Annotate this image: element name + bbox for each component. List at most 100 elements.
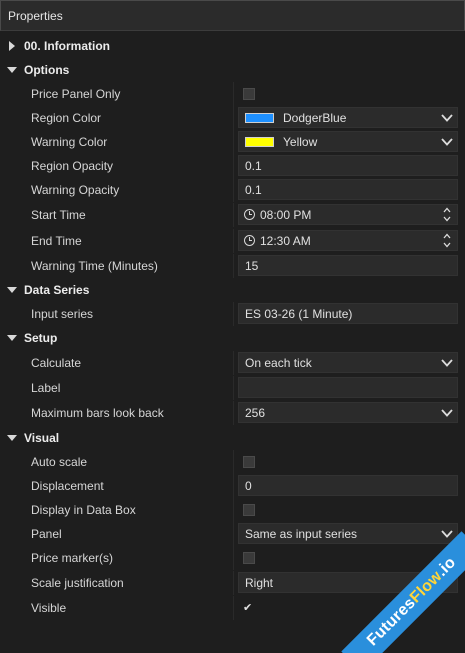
prop-value: [238, 83, 458, 104]
panel-select[interactable]: Same as input series: [238, 523, 458, 544]
time-value: 08:00 PM: [260, 207, 312, 222]
prop-label: Input series: [31, 307, 94, 321]
visible-checkmark-icon[interactable]: ✔: [243, 601, 252, 614]
prop-warning-opacity: Warning Opacity 0.1: [0, 178, 465, 202]
color-swatch: [245, 136, 274, 147]
collapse-arrow-icon[interactable]: [0, 334, 24, 342]
chevron-down-icon[interactable]: [441, 529, 453, 539]
start-time-picker[interactable]: 08:00 PM: [238, 204, 458, 225]
prop-label: End Time: [31, 234, 82, 248]
price-panel-only-checkbox[interactable]: [243, 87, 255, 100]
prop-value: [238, 451, 458, 472]
prop-value: [238, 499, 458, 520]
input-value: 0.1: [245, 182, 262, 197]
expand-arrow-icon[interactable]: [0, 41, 24, 51]
prop-label: Warning Color: [31, 135, 108, 149]
time-spinner[interactable]: [443, 233, 451, 248]
clock-icon: [244, 235, 255, 246]
select-value: DodgerBlue: [283, 110, 347, 125]
collapse-arrow-icon[interactable]: [0, 434, 24, 442]
category-setup[interactable]: Setup: [0, 326, 465, 350]
prop-region-color: Region Color DodgerBlue: [0, 106, 465, 130]
prop-warning-time: Warning Time (Minutes) 15: [0, 254, 465, 278]
prop-label: Label: [31, 381, 61, 395]
collapse-arrow-icon[interactable]: [0, 286, 24, 294]
category-label: Data Series: [24, 283, 90, 297]
time-value: 12:30 AM: [260, 233, 311, 248]
input-value: 15: [245, 258, 259, 273]
category-data-series[interactable]: Data Series: [0, 278, 465, 302]
prop-label: Warning Opacity: [31, 183, 120, 197]
displacement-input[interactable]: 0: [238, 475, 458, 496]
prop-label: Visible: [31, 601, 67, 615]
prop-calculate: Calculate On each tick: [0, 351, 465, 375]
prop-value: [238, 547, 458, 568]
warning-color-select[interactable]: Yellow: [238, 131, 458, 152]
prop-price-panel-only: Price Panel Only: [0, 82, 465, 106]
spin-up-icon[interactable]: [443, 233, 451, 239]
select-value: Right: [245, 575, 274, 590]
spin-down-icon[interactable]: [443, 242, 451, 248]
window-title: Properties: [0, 0, 465, 31]
category-information[interactable]: 00. Information: [0, 34, 465, 58]
prop-display-in-data-box: Display in Data Box: [0, 498, 465, 522]
region-opacity-input[interactable]: 0.1: [238, 155, 458, 176]
spin-down-icon[interactable]: [443, 216, 451, 222]
category-label: 00. Information: [24, 39, 111, 53]
prop-label: Region Color: [31, 111, 102, 125]
spin-up-icon[interactable]: [443, 207, 451, 213]
input-series-field[interactable]: ES 03-26 (1 Minute): [238, 303, 458, 324]
calculate-select[interactable]: On each tick: [238, 352, 458, 373]
prop-label: Auto scale: [31, 455, 88, 469]
prop-label: Calculate: [31, 356, 82, 370]
prop-start-time: Start Time 08:00 PM: [0, 203, 465, 227]
prop-label: Price marker(s): [31, 551, 114, 565]
prop-scale-justification: Scale justification Right: [0, 571, 465, 595]
clock-icon: [244, 209, 255, 220]
category-visual[interactable]: Visual: [0, 426, 465, 450]
prop-label: Scale justification: [31, 576, 124, 590]
category-options[interactable]: Options: [0, 58, 465, 82]
prop-max-bars: Maximum bars look back 256: [0, 401, 465, 425]
prop-input-series: Input series ES 03-26 (1 Minute): [0, 302, 465, 326]
prop-warning-color: Warning Color Yellow: [0, 130, 465, 154]
time-spinner[interactable]: [443, 207, 451, 222]
prop-label: Display in Data Box: [31, 503, 136, 517]
category-label: Options: [24, 63, 70, 77]
chevron-down-icon[interactable]: [441, 137, 453, 147]
prop-label: Price Panel Only: [31, 87, 121, 101]
prop-label: Warning Time (Minutes): [31, 259, 158, 273]
region-color-select[interactable]: DodgerBlue: [238, 107, 458, 128]
category-label: Setup: [24, 331, 58, 345]
warning-time-input[interactable]: 15: [238, 255, 458, 276]
chevron-down-icon[interactable]: [441, 113, 453, 123]
warning-opacity-input[interactable]: 0.1: [238, 179, 458, 200]
price-markers-checkbox[interactable]: [243, 551, 255, 564]
input-value: 0.1: [245, 158, 262, 173]
label-input[interactable]: [238, 377, 458, 398]
prop-price-markers: Price marker(s): [0, 546, 465, 570]
prop-auto-scale: Auto scale: [0, 450, 465, 474]
prop-label: Region Opacity: [31, 159, 114, 173]
display-in-data-box-checkbox[interactable]: [243, 503, 255, 516]
select-value: On each tick: [245, 355, 312, 370]
select-value: 256: [245, 405, 266, 420]
prop-panel: Panel Same as input series: [0, 522, 465, 546]
prop-end-time: End Time 12:30 AM: [0, 229, 465, 253]
color-swatch: [245, 112, 274, 123]
prop-label: Maximum bars look back: [31, 406, 164, 420]
prop-displacement: Displacement 0: [0, 474, 465, 498]
category-label: Visual: [24, 431, 60, 445]
collapse-arrow-icon[interactable]: [0, 66, 24, 74]
end-time-picker[interactable]: 12:30 AM: [238, 230, 458, 251]
chevron-down-icon[interactable]: [441, 408, 453, 418]
select-value: Yellow: [283, 134, 318, 149]
prop-label: Start Time: [31, 208, 86, 222]
prop-label: Panel: [31, 527, 62, 541]
prop-label-field: Label: [0, 376, 465, 400]
input-value: 0: [245, 478, 252, 493]
chevron-down-icon[interactable]: [441, 358, 453, 368]
max-bars-select[interactable]: 256: [238, 402, 458, 423]
auto-scale-checkbox[interactable]: [243, 455, 255, 468]
prop-region-opacity: Region Opacity 0.1: [0, 154, 465, 178]
